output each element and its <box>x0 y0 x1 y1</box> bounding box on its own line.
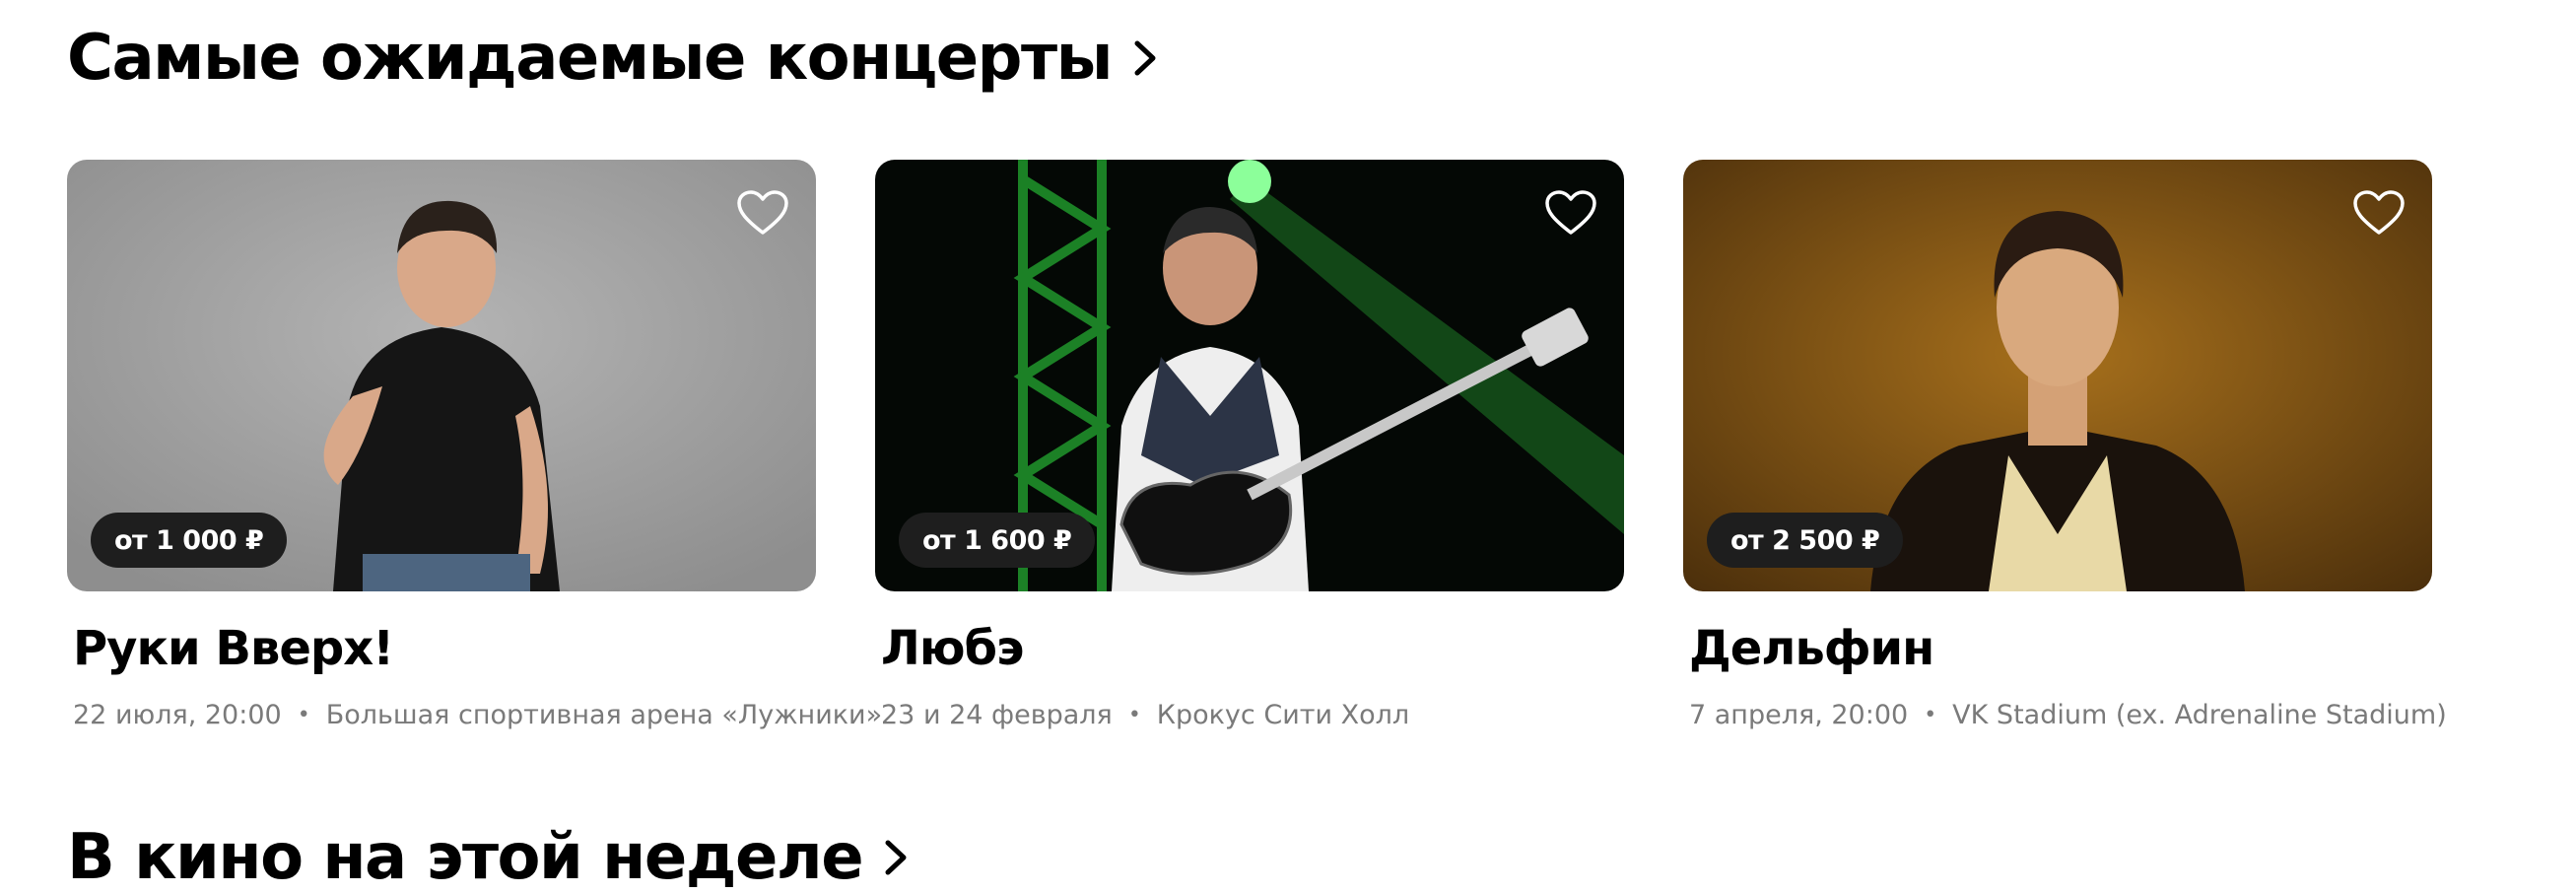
concert-venue: Большая спортивная арена «Лужники» <box>325 700 883 730</box>
price-badge: от 2 500 ₽ <box>1707 513 1904 568</box>
concert-cards: от 1 000 ₽ Руки Вверх! 22 июля, 20:00 • … <box>67 160 2447 730</box>
concert-meta: 23 и 24 февраля • Крокус Сити Холл <box>881 700 1624 730</box>
heart-icon <box>2353 190 2405 235</box>
concert-venue: Крокус Сити Холл <box>1156 700 1410 730</box>
separator-dot: • <box>1127 703 1141 727</box>
concert-title[interactable]: Руки Вверх! <box>73 621 816 676</box>
concert-date: 22 июля, 20:00 <box>73 700 282 730</box>
section-header-concerts[interactable]: Самые ожидаемые концерты <box>67 14 1163 103</box>
price-badge: от 1 000 ₽ <box>91 513 288 568</box>
concert-image[interactable]: от 1 600 ₽ <box>875 160 1624 591</box>
concert-card[interactable]: от 2 500 ₽ Дельфин 7 апреля, 20:00 • VK … <box>1683 160 2447 730</box>
separator-dot: • <box>297 703 310 727</box>
concert-card[interactable]: от 1 600 ₽ Любэ 23 и 24 февраля • Крокус… <box>875 160 1624 730</box>
concert-date: 7 апреля, 20:00 <box>1689 700 1909 730</box>
concert-venue: VK Stadium (ex. Adrenaline Stadium) <box>1952 700 2447 730</box>
favorite-button[interactable] <box>1541 183 1600 242</box>
chevron-right-icon <box>885 840 907 875</box>
chevron-right-icon <box>1134 40 1156 76</box>
separator-dot: • <box>1924 703 1937 727</box>
favorite-button[interactable] <box>2349 183 2408 242</box>
concert-card[interactable]: от 1 000 ₽ Руки Вверх! 22 июля, 20:00 • … <box>67 160 882 730</box>
heart-icon <box>737 190 788 235</box>
section-title: В кино на этой неделе <box>67 821 864 894</box>
concert-title[interactable]: Любэ <box>881 621 1624 676</box>
concert-image[interactable]: от 2 500 ₽ <box>1683 160 2432 591</box>
concert-title[interactable]: Дельфин <box>1689 621 2432 676</box>
concert-meta: 7 апреля, 20:00 • VK Stadium (ex. Adrena… <box>1689 700 2447 730</box>
concert-date: 23 и 24 февраля <box>881 700 1113 730</box>
heart-icon <box>1545 190 1596 235</box>
section-header-cinema[interactable]: В кино на этой неделе <box>67 826 914 889</box>
concert-image[interactable]: от 1 000 ₽ <box>67 160 816 591</box>
concert-meta: 22 июля, 20:00 • Большая спортивная арен… <box>73 700 882 730</box>
price-badge: от 1 600 ₽ <box>899 513 1096 568</box>
section-title: Самые ожидаемые концерты <box>67 22 1113 95</box>
favorite-button[interactable] <box>733 183 792 242</box>
